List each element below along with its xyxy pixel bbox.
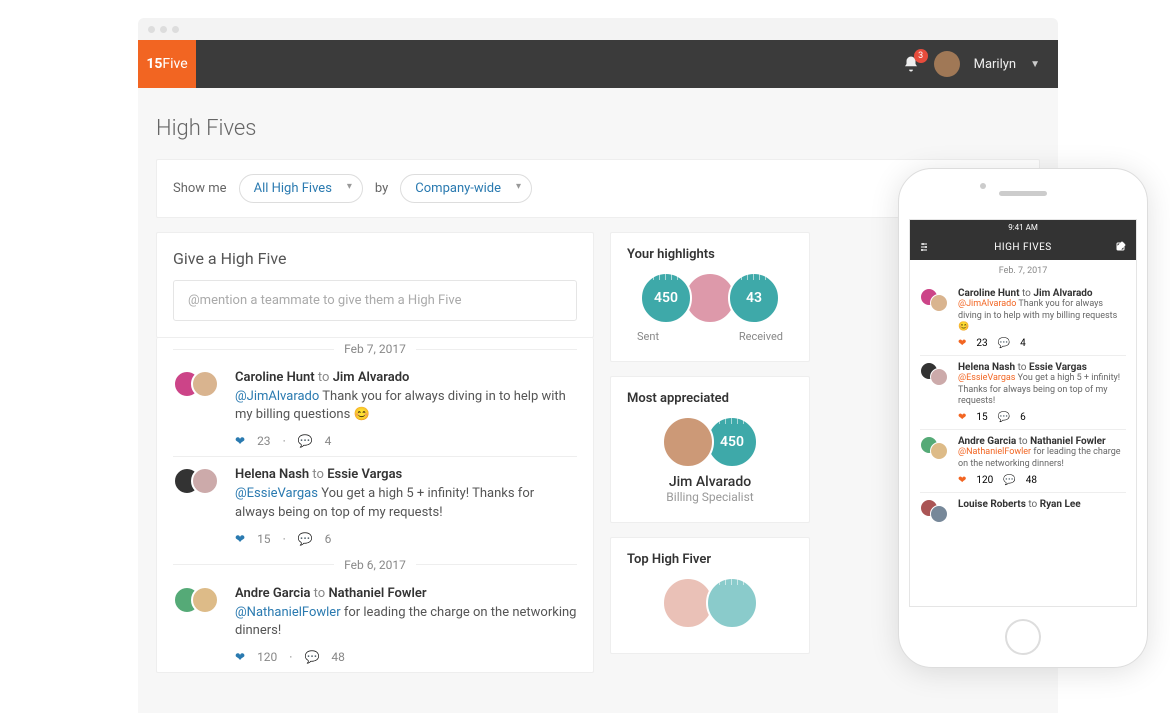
window-dot [148, 26, 155, 33]
phone-feed-item[interactable]: Helena Nash to Essie Vargas @EssieVargas… [910, 356, 1136, 410]
feed-item: Caroline Hunt to Jim Alvarado @JimAlvara… [157, 360, 593, 430]
phone-actions: ❤15 💬6 [910, 410, 1136, 429]
received-label: Received [739, 330, 783, 343]
feed-actions: ❤23 · 💬4 [157, 430, 593, 456]
avatar-pair [173, 370, 223, 402]
feed-card: Feb 7, 2017 Caroline Hunt to Jim Alvarad… [156, 338, 594, 673]
top-fiver-card: Top High Fiver [610, 537, 810, 654]
give-title: Give a High Five [173, 249, 577, 268]
browser-chrome [138, 18, 1058, 40]
phone-feed-item[interactable]: Andre Garcia to Nathaniel Fowler @Nathan… [910, 430, 1136, 472]
avatar-pair [173, 586, 223, 618]
top-nav: 15Five 3 Marilyn ▼ [138, 40, 1058, 88]
filter-by-label: by [375, 181, 388, 196]
phone-mock: 9:41 AM HIGH FIVES Feb. 7, 2017 Caroline… [898, 168, 1148, 668]
like-count: 15 [257, 532, 271, 546]
highlights-card: Your highlights 450 43 Sent [610, 232, 810, 362]
phone-feed-item[interactable]: Caroline Hunt to Jim Alvarado @JimAlvara… [910, 282, 1136, 336]
comment-count: 48 [331, 650, 345, 664]
filter-by-select[interactable]: Company-wide [400, 174, 532, 203]
avatar[interactable] [934, 51, 960, 77]
phone-feed-item[interactable]: Louise Roberts to Ryan Lee [910, 493, 1136, 525]
phone-like-button[interactable]: ❤ [958, 475, 966, 486]
feed-to[interactable]: Jim Alvarado [333, 370, 410, 385]
most-role: Billing Specialist [627, 490, 793, 504]
phone-actions: ❤120 💬48 [910, 473, 1136, 492]
compose-icon[interactable] [1114, 240, 1128, 254]
date-separator: Feb 7, 2017 [173, 342, 577, 356]
like-button[interactable]: ❤ [235, 532, 245, 546]
most-name: Jim Alvarado [627, 474, 793, 490]
feed-to[interactable]: Essie Vargas [327, 467, 402, 482]
chevron-down-icon[interactable]: ▼ [1030, 59, 1040, 70]
most-appreciated-card: Most appreciated 450 Jim Alvarado Billin… [610, 376, 810, 523]
sent-label: Sent [637, 330, 659, 343]
phone-date: Feb. 7, 2017 [910, 260, 1136, 282]
like-count: 23 [257, 434, 271, 448]
feed-from[interactable]: Caroline Hunt [235, 370, 315, 385]
top-fiver-title: Top High Fiver [627, 552, 793, 567]
comment-button[interactable]: 💬 [298, 532, 313, 546]
like-count: 120 [257, 650, 277, 664]
phone-title: HIGH FIVES [994, 242, 1052, 253]
phone-like-button[interactable]: ❤ [958, 412, 966, 423]
phone-header: HIGH FIVES [910, 234, 1136, 260]
feed-actions: ❤120 · 💬48 [157, 646, 593, 672]
like-button[interactable]: ❤ [235, 434, 245, 448]
highlights-title: Your highlights [627, 247, 793, 262]
page-title: High Fives [156, 116, 1040, 141]
settings-icon[interactable] [918, 240, 932, 254]
like-button[interactable]: ❤ [235, 650, 245, 664]
logo-text-bold: 15 [146, 56, 162, 72]
username[interactable]: Marilyn [974, 57, 1016, 72]
window-dot [172, 26, 179, 33]
phone-comment-button[interactable]: 💬 [998, 412, 1010, 423]
phone-comment-button[interactable]: 💬 [998, 338, 1010, 349]
sent-badge: 450 [640, 272, 692, 324]
avatar-pair [173, 467, 223, 499]
give-highfive-card: Give a High Five @mention a teammate to … [156, 232, 594, 338]
nav-right: 3 Marilyn ▼ [902, 51, 1040, 77]
feed-item: Helena Nash to Essie Vargas @EssieVargas… [157, 457, 593, 527]
phone-statusbar: 9:41 AM [910, 220, 1136, 234]
logo-text: Five [162, 56, 187, 72]
comment-count: 6 [325, 532, 332, 546]
feed-from[interactable]: Andre Garcia [235, 586, 310, 601]
phone-home-button[interactable] [1005, 619, 1041, 655]
comment-button[interactable]: 💬 [304, 650, 319, 664]
window-dot [160, 26, 167, 33]
received-badge: 43 [728, 272, 780, 324]
phone-actions: ❤23 💬4 [910, 336, 1136, 355]
mention-input[interactable]: @mention a teammate to give them a High … [173, 280, 577, 321]
top-fiver-badge [706, 577, 758, 629]
date-separator: Feb 6, 2017 [173, 558, 577, 572]
feed-from[interactable]: Helena Nash [235, 467, 309, 482]
phone-comment-button[interactable]: 💬 [1003, 475, 1015, 486]
mention-link[interactable]: @EssieVargas [235, 486, 318, 501]
logo[interactable]: 15Five [138, 40, 196, 88]
comment-count: 4 [325, 434, 332, 448]
feed-item: Andre Garcia to Nathaniel Fowler @Nathan… [157, 576, 593, 646]
feed-to[interactable]: Nathaniel Fowler [328, 586, 426, 601]
feed-actions: ❤15 · 💬6 [157, 528, 593, 554]
most-title: Most appreciated [627, 391, 793, 406]
phone-like-button[interactable]: ❤ [958, 338, 966, 349]
most-photo [662, 416, 714, 468]
filter-showme-label: Show me [173, 181, 227, 196]
notifications-button[interactable]: 3 [902, 55, 920, 73]
mention-link[interactable]: @NathanielFowler [235, 605, 341, 620]
phone-screen: 9:41 AM HIGH FIVES Feb. 7, 2017 Caroline… [909, 219, 1137, 607]
comment-button[interactable]: 💬 [298, 434, 313, 448]
notification-badge: 3 [914, 49, 928, 63]
filter-showme-select[interactable]: All High Fives [239, 174, 363, 203]
mention-link[interactable]: @JimAlvarado [235, 389, 319, 404]
